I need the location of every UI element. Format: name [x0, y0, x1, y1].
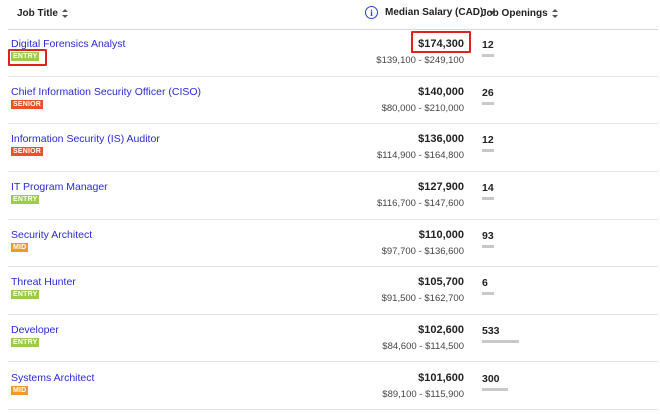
salary-range: $114,900 - $164,800 — [377, 150, 464, 161]
level-badge: SENIOR — [11, 147, 44, 156]
row-divider — [8, 409, 658, 410]
row-divider — [8, 76, 658, 77]
table-header: Job Title i Median Salary (CAD) Job Open… — [0, 0, 660, 30]
job-openings-count: 14 — [482, 182, 494, 194]
salary-range: $89,100 - $115,900 — [382, 389, 464, 400]
table-row: Security Architect MID $110,000 $97,700 … — [0, 229, 660, 277]
job-title-link[interactable]: Threat Hunter — [11, 276, 76, 288]
job-openings-bar — [482, 149, 494, 152]
level-badge: ENTRY — [11, 338, 40, 347]
salary-range: $91,500 - $162,700 — [381, 293, 464, 304]
median-salary: $140,000 — [418, 86, 464, 98]
job-title-header-label: Job Title — [17, 8, 58, 19]
job-title-link[interactable]: Digital Forensics Analyst — [11, 38, 125, 50]
job-title-link[interactable]: Systems Architect — [11, 372, 94, 384]
info-icon[interactable]: i — [365, 6, 378, 19]
level-badge: ENTRY — [11, 290, 40, 299]
table-row: Digital Forensics Analyst ENTRY $174,300… — [0, 38, 660, 86]
row-divider — [8, 219, 658, 220]
job-openings-bar — [482, 292, 494, 295]
level-badge: MID — [11, 243, 29, 252]
salary-range: $116,700 - $147,600 — [377, 198, 464, 209]
level-badge: ENTRY — [11, 195, 40, 204]
job-openings-count: 6 — [482, 277, 488, 289]
job-openings-column-header[interactable]: Job Openings — [481, 8, 559, 19]
job-title-column-header[interactable]: Job Title — [17, 8, 69, 19]
header-divider — [8, 29, 658, 30]
table-row: Threat Hunter ENTRY $105,700 $91,500 - $… — [0, 276, 660, 324]
row-divider — [8, 266, 658, 267]
sort-icon[interactable] — [61, 9, 69, 18]
salary-range: $84,600 - $114,500 — [382, 341, 464, 352]
salary-range: $97,700 - $136,600 — [381, 246, 464, 257]
median-salary: $102,600 — [418, 324, 464, 336]
job-title-link[interactable]: Chief Information Security Officer (CISO… — [11, 86, 201, 98]
median-salary-header-label: Median Salary (CAD) — [385, 7, 484, 18]
row-divider — [8, 314, 658, 315]
job-openings-bar — [482, 54, 494, 57]
median-salary: $105,700 — [418, 276, 464, 288]
table-row: IT Program Manager ENTRY $127,900 $116,7… — [0, 181, 660, 229]
job-openings-count: 26 — [482, 87, 494, 99]
row-divider — [8, 123, 658, 124]
job-openings-count: 93 — [482, 230, 494, 242]
median-salary: $174,300 — [418, 38, 464, 50]
table-row: Chief Information Security Officer (CISO… — [0, 86, 660, 134]
median-salary: $127,900 — [418, 181, 464, 193]
job-openings-count: 533 — [482, 325, 500, 337]
salary-range: $80,000 - $210,000 — [381, 103, 464, 114]
row-divider — [8, 361, 658, 362]
table-row: Developer ENTRY $102,600 $84,600 - $114,… — [0, 324, 660, 372]
median-salary-column-header[interactable]: i Median Salary (CAD) — [365, 6, 496, 19]
job-openings-bar — [482, 102, 494, 105]
job-openings-bar — [482, 388, 509, 391]
level-badge: MID — [11, 386, 29, 395]
job-openings-bar — [482, 245, 494, 248]
sort-icon[interactable] — [551, 9, 559, 18]
job-openings-count: 12 — [482, 134, 494, 146]
level-badge: ENTRY — [11, 52, 40, 61]
job-openings-count: 300 — [482, 373, 500, 385]
job-title-link[interactable]: Security Architect — [11, 229, 92, 241]
row-divider — [8, 171, 658, 172]
median-salary: $110,000 — [418, 229, 464, 241]
job-openings-count: 12 — [482, 39, 494, 51]
level-badge: SENIOR — [11, 100, 44, 109]
salary-range: $139,100 - $249,100 — [376, 55, 464, 66]
job-title-link[interactable]: Developer — [11, 324, 59, 336]
median-salary: $136,000 — [418, 133, 464, 145]
table-row: Information Security (IS) Auditor SENIOR… — [0, 133, 660, 181]
job-openings-header-label: Job Openings — [481, 8, 548, 19]
job-openings-bar — [482, 340, 520, 343]
job-openings-bar — [482, 197, 494, 200]
job-title-link[interactable]: Information Security (IS) Auditor — [11, 133, 160, 145]
table-row: Systems Architect MID $101,600 $89,100 -… — [0, 372, 660, 414]
median-salary: $101,600 — [418, 372, 464, 384]
job-title-link[interactable]: IT Program Manager — [11, 181, 108, 193]
